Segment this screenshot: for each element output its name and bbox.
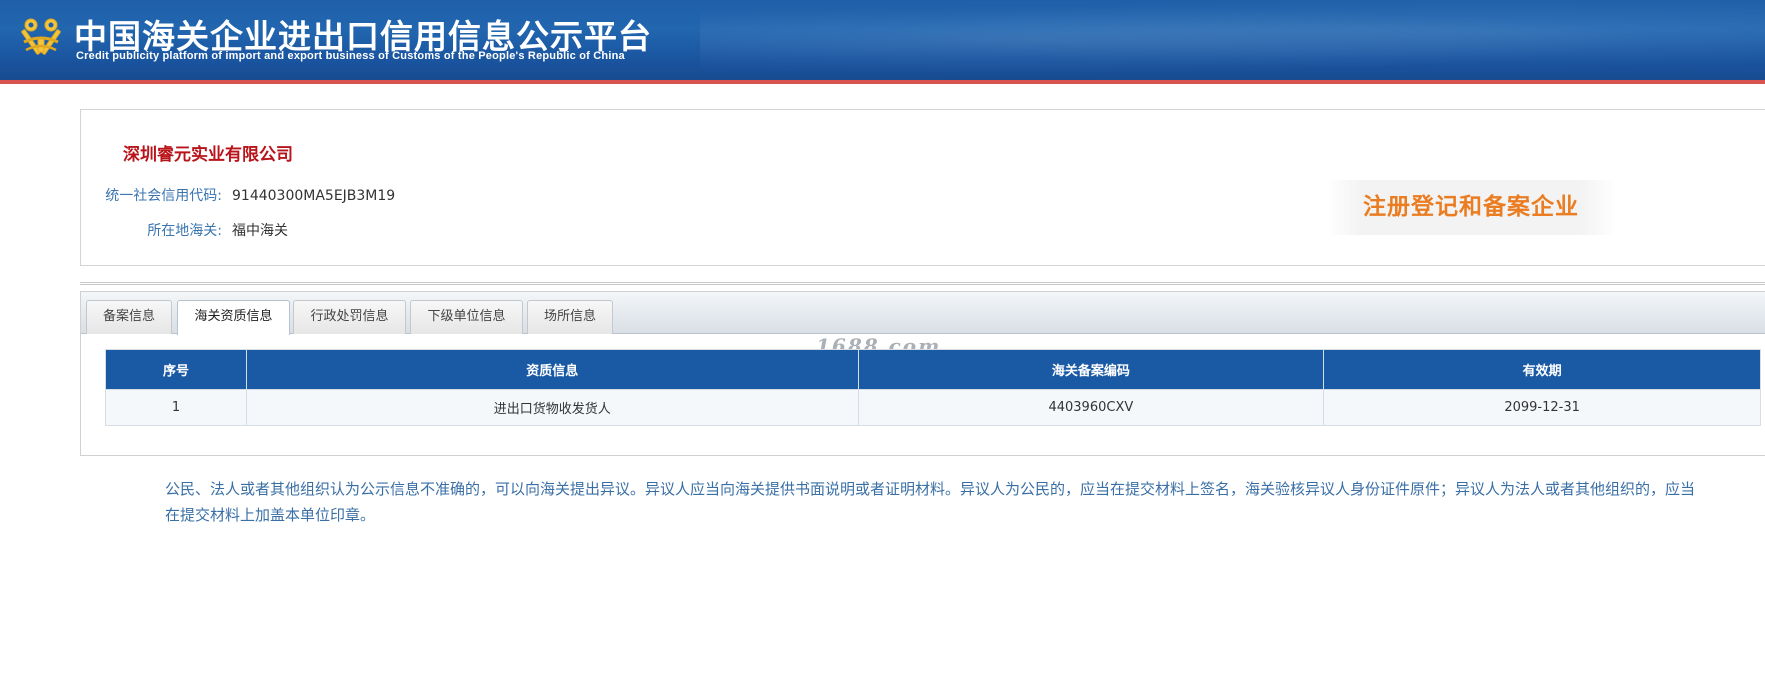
credit-code-label: 统一社会信用代码: bbox=[105, 188, 222, 204]
column-header-qualification: 资质信息 bbox=[245, 349, 859, 390]
company-name: 深圳睿元实业有限公司 bbox=[123, 145, 293, 165]
info-tabs-panel: 备案信息 海关资质信息 行政处罚信息 下级单位信息 场所信息 1688.com … bbox=[80, 291, 1765, 456]
tab-bar: 备案信息 海关资质信息 行政处罚信息 下级单位信息 场所信息 bbox=[81, 292, 1765, 335]
tab-site-info[interactable]: 场所信息 bbox=[527, 300, 613, 334]
customs-label: 所在地海关: bbox=[147, 223, 222, 239]
registration-status-badge: 注册登记和备案企业 bbox=[1326, 180, 1616, 235]
tab-record-info[interactable]: 备案信息 bbox=[86, 300, 172, 334]
section-divider bbox=[80, 282, 1765, 285]
company-info-panel: 深圳睿元实业有限公司 统一社会信用代码: 91440300MA5EJB3M19 所… bbox=[80, 109, 1765, 266]
cell-record-code: 4403960CXV bbox=[857, 389, 1325, 426]
cell-qualification: 进出口货物收发货人 bbox=[245, 389, 859, 426]
tab-subordinate-units[interactable]: 下级单位信息 bbox=[410, 300, 523, 334]
table-row: 1 进出口货物收发货人 4403960CXV 2099-12-31 bbox=[105, 389, 1761, 426]
column-header-validity: 有效期 bbox=[1323, 349, 1761, 390]
qualification-table: 序号 资质信息 海关备案编码 有效期 1 进出口货物收发货人 4403960CX… bbox=[105, 349, 1761, 426]
objection-notice: 公民、法人或者其他组织认为公示信息不准确的，可以向海关提出异议。异议人应当向海关… bbox=[165, 480, 1696, 524]
cell-index: 1 bbox=[105, 389, 247, 426]
column-header-record-code: 海关备案编码 bbox=[857, 349, 1325, 390]
customs-value: 福中海关 bbox=[232, 223, 288, 239]
header-accent-line bbox=[0, 80, 1765, 84]
column-header-index: 序号 bbox=[105, 349, 247, 390]
customs-row: 所在地海关: 福中海关 bbox=[81, 220, 288, 240]
tab-customs-qualification[interactable]: 海关资质信息 bbox=[177, 300, 290, 335]
site-subtitle: Credit publicity platform of import and … bbox=[76, 50, 625, 62]
cell-validity: 2099-12-31 bbox=[1323, 389, 1761, 426]
table-header-row: 序号 资质信息 海关备案编码 有效期 bbox=[105, 349, 1761, 390]
credit-code-value: 91440300MA5EJB3M19 bbox=[232, 188, 396, 204]
customs-emblem-icon bbox=[21, 18, 61, 55]
tab-administrative-penalty[interactable]: 行政处罚信息 bbox=[293, 300, 406, 334]
site-header: 中国海关企业进出口信用信息公示平台 Credit publicity platf… bbox=[0, 0, 1765, 84]
credit-code-row: 统一社会信用代码: 91440300MA5EJB3M19 bbox=[81, 185, 395, 205]
